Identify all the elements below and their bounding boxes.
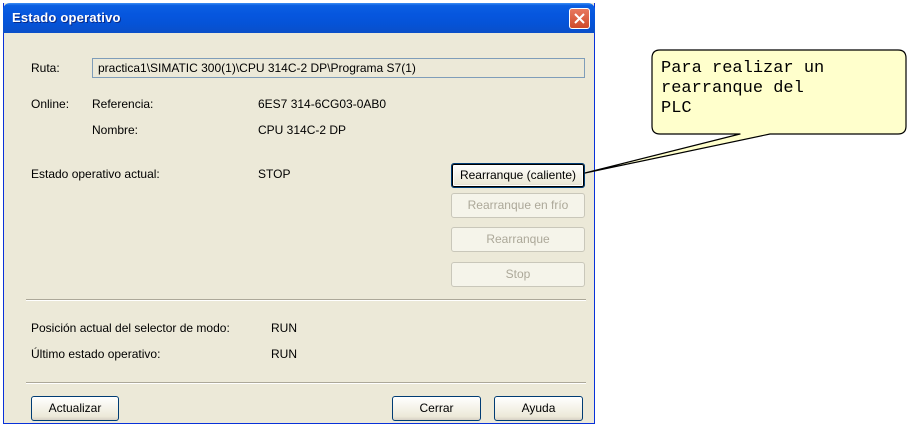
callout-text: Para realizar un rearranque del PLC (661, 59, 825, 118)
